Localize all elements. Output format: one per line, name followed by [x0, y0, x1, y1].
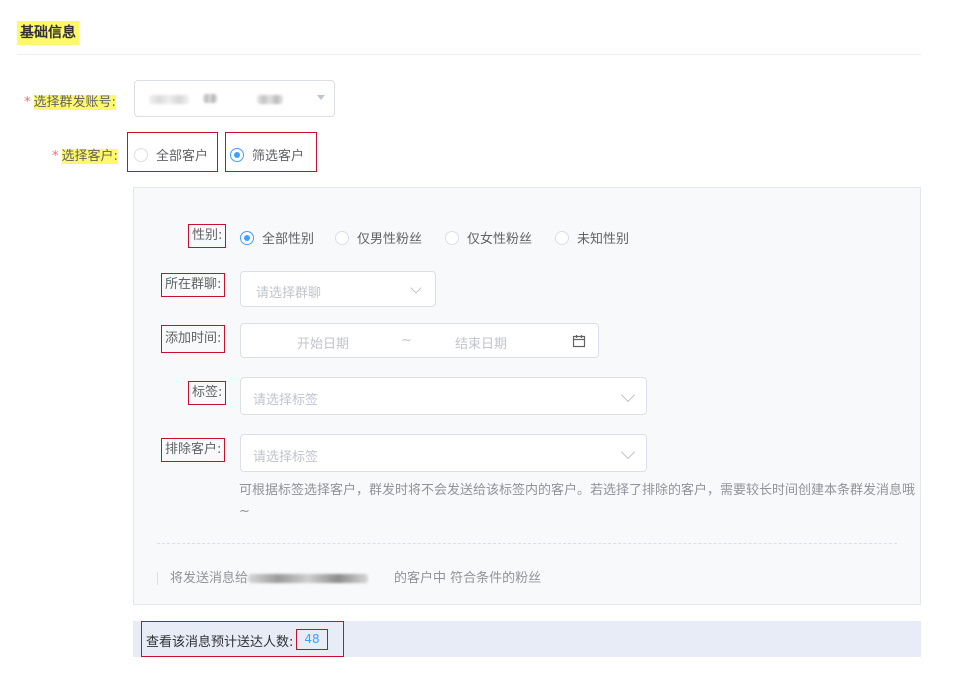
radio-label: 仅女性粉丝 — [467, 232, 533, 247]
blurred-account-name — [248, 574, 369, 583]
exclude-label: 排除客户: — [161, 438, 226, 462]
summary-text: 将发送消息给 的客户中 符合条件的粉丝 — [170, 568, 541, 589]
tags-label: 标签: — [188, 381, 227, 405]
account-label: * 选择群发账号: — [24, 91, 116, 110]
customers-label-text: 选择客户: — [61, 149, 118, 164]
radio-circle-icon — [134, 147, 148, 162]
calendar-icon — [572, 335, 586, 348]
blurred-account-name — [257, 95, 283, 104]
summary-bar — [157, 572, 158, 585]
radio-circle-icon — [555, 230, 569, 245]
dashed-divider — [157, 543, 897, 544]
radio-gender-female[interactable]: 仅女性粉丝 — [445, 228, 532, 247]
chevron-down-icon — [620, 387, 636, 403]
start-date-input[interactable]: 开始日期 — [297, 333, 349, 352]
required-mark: * — [52, 149, 59, 164]
radio-all-customers[interactable]: 全部客户 — [134, 145, 208, 164]
add-time-label: 添加时间: — [161, 325, 226, 353]
radio-gender-male[interactable]: 仅男性粉丝 — [335, 228, 422, 247]
exclude-hint: 可根据标签选择客户，群发时将不会发送给该标签内的客户。若选择了排除的客户，需要较… — [239, 483, 916, 519]
blurred-account-name — [149, 95, 189, 104]
estimate-count-link[interactable]: 48 — [296, 629, 328, 650]
gender-label: 性别: — [188, 224, 227, 248]
chevron-down-icon — [410, 282, 422, 294]
radio-label: 未知性别 — [577, 232, 630, 247]
exclude-select[interactable]: 请选择标签 — [240, 434, 647, 472]
radio-label: 仅男性粉丝 — [357, 232, 423, 247]
radio-circle-icon — [335, 230, 349, 245]
radio-gender-all[interactable]: 全部性别 — [240, 228, 314, 247]
radio-gender-unknown[interactable]: 未知性别 — [555, 228, 629, 247]
date-range-picker[interactable]: 开始日期 ~ 结束日期 — [240, 323, 599, 358]
chevron-down-icon — [620, 444, 636, 460]
radio-label: 全部性别 — [262, 232, 315, 247]
section-title: 基础信息 — [17, 21, 79, 45]
radio-label: 全部客户 — [156, 149, 209, 164]
radio-checked-icon — [230, 147, 244, 162]
radio-label: 筛选客户 — [252, 149, 305, 164]
date-separator: ~ — [401, 333, 412, 348]
exclude-placeholder: 请选择标签 — [253, 450, 319, 465]
tags-placeholder: 请选择标签 — [253, 393, 319, 408]
radio-filter-customers[interactable]: 筛选客户 — [230, 145, 304, 164]
section-divider — [17, 54, 921, 55]
group-chat-select[interactable]: 请选择群聊 — [240, 271, 436, 307]
caret-down-icon — [317, 95, 325, 100]
account-label-text: 选择群发账号: — [33, 95, 116, 110]
tags-select[interactable]: 请选择标签 — [240, 377, 647, 415]
end-date-input[interactable]: 结束日期 — [455, 333, 507, 352]
summary-prefix: 将发送消息给 — [170, 571, 249, 586]
radio-circle-icon — [445, 230, 459, 245]
radio-checked-icon — [240, 230, 254, 245]
group-chat-label: 所在群聊: — [161, 273, 226, 297]
group-chat-placeholder: 请选择群聊 — [256, 286, 322, 301]
estimate-label: 查看该消息预计送达人数: — [146, 635, 294, 650]
required-mark: * — [24, 95, 31, 110]
account-select[interactable] — [134, 80, 335, 117]
summary-suffix: 的客户中 符合条件的粉丝 — [394, 571, 542, 586]
customers-label: * 选择客户: — [52, 145, 118, 164]
blurred-account-name — [203, 94, 217, 103]
